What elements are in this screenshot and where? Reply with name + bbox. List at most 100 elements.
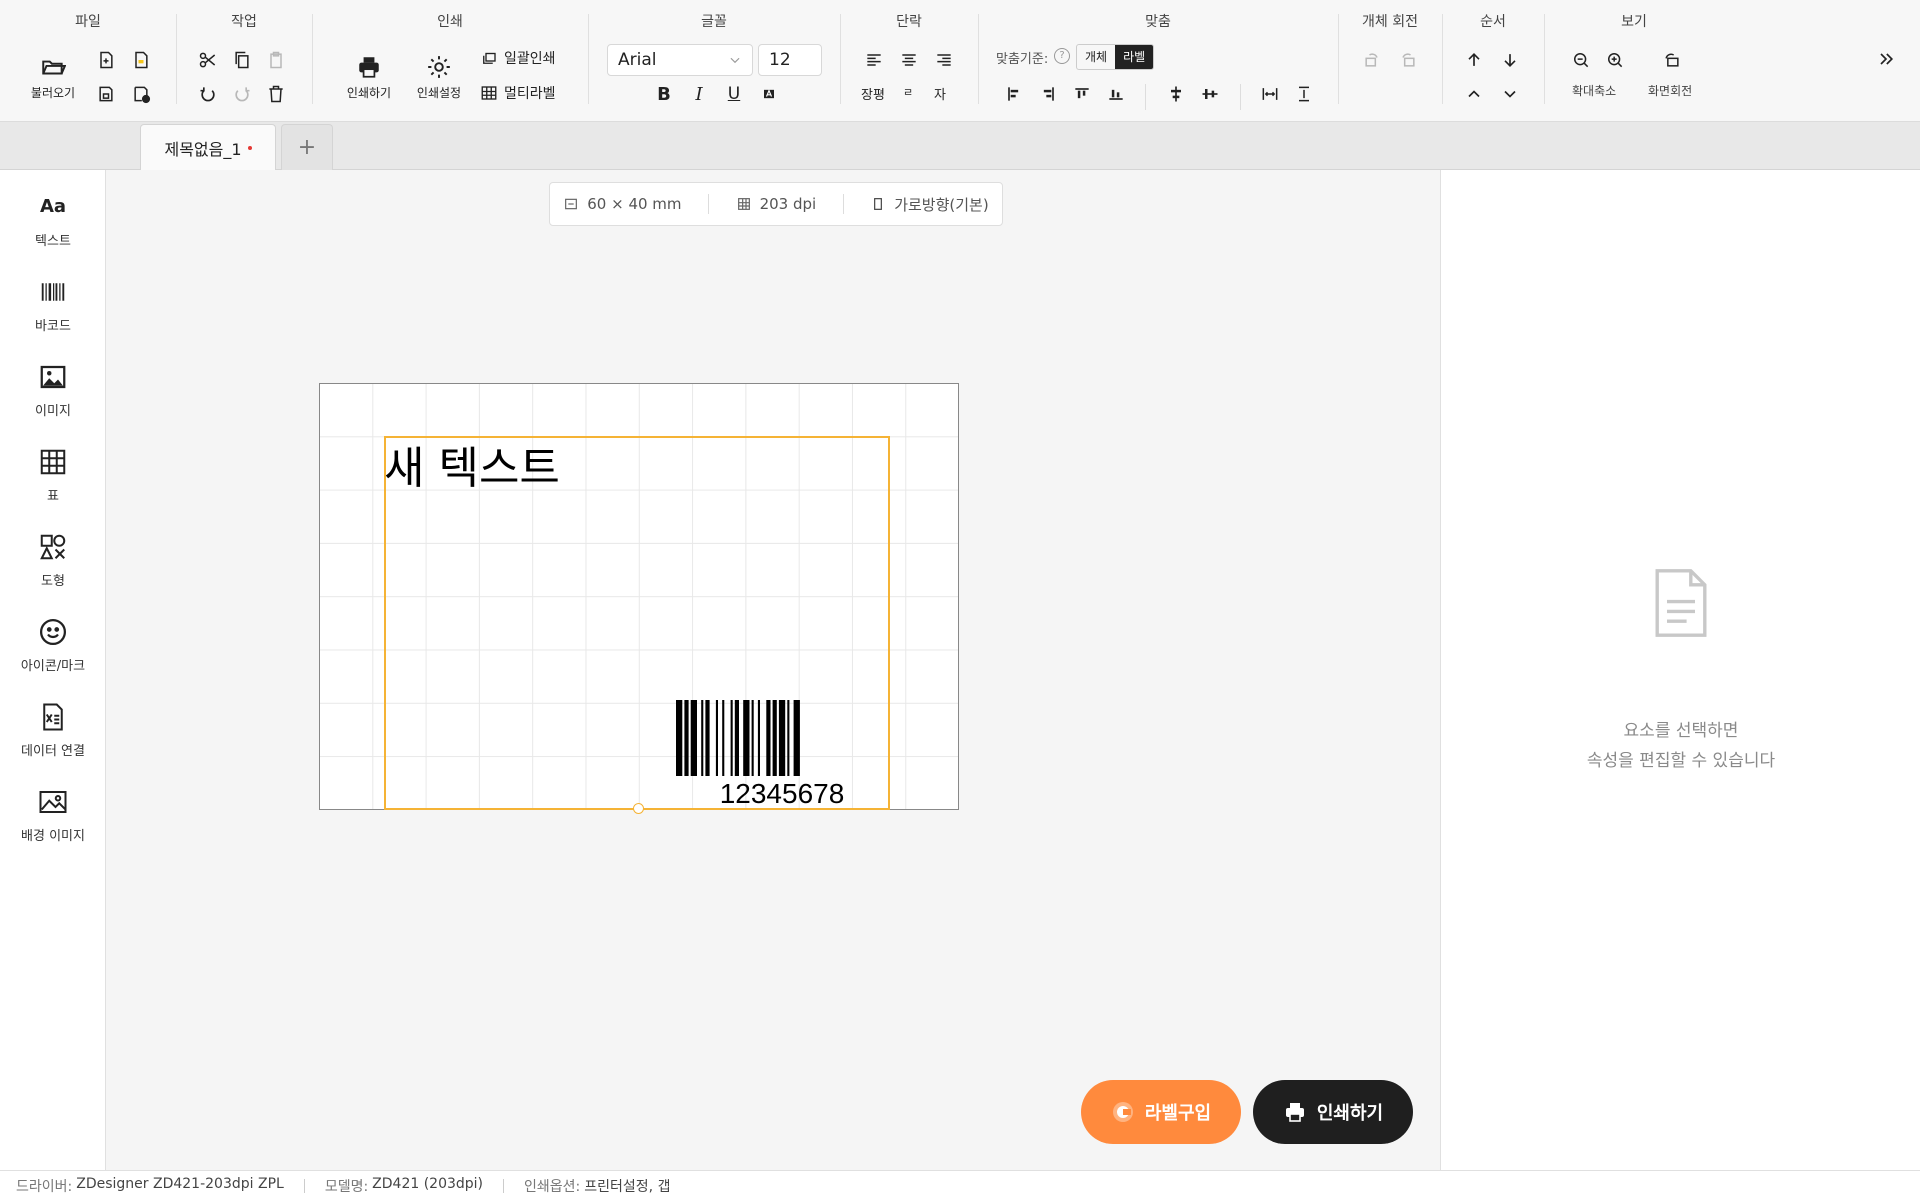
distribute-horizontal-button[interactable]	[1256, 80, 1284, 108]
sidebar-item-text[interactable]: Aa 텍스트	[0, 192, 106, 249]
multi-label-button[interactable]: 멀티라벨	[480, 83, 556, 103]
rotate-left-button[interactable]	[1358, 46, 1386, 74]
collapse-toolbar-button[interactable]	[1872, 45, 1900, 73]
document-tab-title: 제목없음_1	[164, 139, 242, 159]
line-spacing-button[interactable]: ㄹ	[903, 84, 913, 100]
edit-group-title: 작업	[231, 14, 257, 30]
new-file-button[interactable]	[92, 46, 120, 74]
new-template-button[interactable]	[127, 46, 155, 74]
design-canvas[interactable]: 60 × 40 mm 203 dpi 가로방향(기본) 새 텍스트 123456…	[106, 170, 1440, 1170]
paste-button[interactable]	[262, 46, 290, 74]
align-bottom-edge-button[interactable]	[1102, 80, 1130, 108]
save-as-button[interactable]	[127, 80, 155, 108]
save-button[interactable]	[92, 80, 120, 108]
model-status: 모델명: ZD421 (203dpi)	[325, 1176, 483, 1196]
send-to-back-button[interactable]	[1496, 46, 1524, 74]
distribute-vertical-button[interactable]	[1290, 80, 1318, 108]
sidebar-item-barcode[interactable]: 바코드	[0, 277, 106, 334]
resize-handle[interactable]	[633, 803, 644, 814]
view-group-title: 보기	[1621, 14, 1647, 30]
rotate-group: 개체 회전	[1338, 0, 1442, 122]
bold-button[interactable]: B	[650, 80, 678, 108]
label-info-bar: 60 × 40 mm 203 dpi 가로방향(기본)	[549, 182, 1003, 226]
label-size-text: 60 × 40 mm	[587, 195, 682, 213]
bring-to-front-button[interactable]	[1460, 46, 1488, 74]
element-sidebar: Aa 텍스트 바코드 이미지 표 도형 아이콘/마크 데이터 연결 배경 이미지	[0, 170, 106, 1170]
dpi-info[interactable]: 203 dpi	[736, 195, 816, 213]
align-basis-toggle[interactable]: 개체 라벨	[1076, 44, 1155, 70]
bring-forward-button[interactable]	[1460, 80, 1488, 108]
align-right-button[interactable]	[930, 46, 958, 74]
align-center-button[interactable]	[895, 46, 923, 74]
zoom-label: 확대축소	[1572, 84, 1617, 98]
sidebar-item-label: 아이콘/마크	[20, 659, 86, 674]
batch-print-button[interactable]: 일괄인쇄	[480, 48, 556, 68]
print-settings-button[interactable]: 인쇄설정	[404, 54, 474, 101]
help-icon[interactable]: ?	[1054, 48, 1070, 64]
print-main-button[interactable]: 인쇄하기	[1253, 1080, 1413, 1144]
cut-button[interactable]	[194, 46, 222, 74]
rotate-view-button[interactable]	[1658, 46, 1686, 74]
redo-button[interactable]	[228, 80, 256, 108]
align-top-edge-button[interactable]	[1068, 80, 1096, 108]
sidebar-item-background-image[interactable]: 배경 이미지	[0, 787, 106, 844]
zoom-out-button[interactable]	[1567, 46, 1595, 74]
rotate-right-button[interactable]	[1394, 46, 1422, 74]
invert-text-button[interactable]	[755, 80, 783, 108]
align-middle-icon	[1171, 86, 1181, 102]
align-middle-button[interactable]	[1162, 80, 1190, 108]
document-tab[interactable]: 제목없음_1	[140, 124, 276, 170]
new-file-icon	[100, 51, 113, 69]
selection-box[interactable]	[384, 436, 890, 814]
italic-button[interactable]: I	[685, 80, 713, 108]
send-backward-button[interactable]	[1496, 80, 1524, 108]
underline-button[interactable]: U	[720, 80, 748, 108]
sidebar-item-image[interactable]: 이미지	[0, 362, 106, 419]
undo-button[interactable]	[194, 80, 222, 108]
model-value: ZD421 (203dpi)	[372, 1175, 484, 1192]
add-tab-button[interactable]: +	[281, 124, 333, 170]
open-button[interactable]: 불러오기	[22, 54, 84, 101]
buy-labels-button[interactable]: 라벨구입	[1081, 1080, 1241, 1144]
rotate-group-title: 개체 회전	[1362, 14, 1418, 30]
file-group-title: 파일	[75, 14, 101, 30]
multi-label-label: 멀티라벨	[504, 86, 556, 102]
font-family-select[interactable]: Arial	[607, 44, 753, 76]
font-size-input[interactable]: 12	[758, 44, 822, 76]
label-size-info[interactable]: 60 × 40 mm	[563, 195, 682, 213]
align-group-title: 맞춤	[1145, 14, 1171, 30]
delete-button[interactable]	[262, 80, 290, 108]
smiley-icon	[40, 619, 66, 645]
align-left-edge-button[interactable]	[1000, 80, 1028, 108]
orientation-info[interactable]: 가로방향(기본)	[870, 194, 989, 215]
print-option-key: 인쇄옵션:	[524, 1178, 581, 1195]
paste-icon	[270, 51, 282, 69]
sidebar-item-data-link[interactable]: 데이터 연결	[0, 702, 106, 759]
table-icon	[40, 449, 66, 475]
sidebar-item-icons[interactable]: 아이콘/마크	[0, 617, 106, 674]
save-icon	[99, 86, 113, 102]
sidebar-item-shapes[interactable]: 도형	[0, 532, 106, 589]
document-icon	[1655, 569, 1707, 637]
print-group: 인쇄 인쇄하기 인쇄설정 일괄인쇄 멀티라벨	[312, 0, 588, 122]
save-as-icon	[134, 86, 151, 104]
zoom-in-button[interactable]	[1601, 46, 1629, 74]
edit-group: 작업	[176, 0, 312, 122]
char-width-button[interactable]: 장평	[861, 84, 885, 103]
align-vcenter-button[interactable]	[1196, 80, 1224, 108]
copy-button[interactable]	[228, 46, 256, 74]
align-basis-label-option[interactable]: 라벨	[1115, 45, 1154, 69]
align-bottom-edge-icon	[1109, 89, 1123, 100]
dpi-icon	[737, 198, 750, 210]
sidebar-item-table[interactable]: 표	[0, 447, 106, 504]
align-right-edge-button[interactable]	[1034, 80, 1062, 108]
order-group: 순서	[1442, 0, 1544, 122]
print-toolbar-button[interactable]: 인쇄하기	[334, 54, 404, 101]
align-basis-object[interactable]: 개체	[1077, 45, 1115, 69]
label-sheet[interactable]: 새 텍스트 12345678	[319, 383, 959, 814]
align-left-button[interactable]	[860, 46, 888, 74]
char-spacing-button[interactable]: 자	[934, 84, 946, 103]
zoom-out-icon	[1574, 53, 1589, 68]
shapes-icon	[40, 534, 66, 560]
gear-icon	[428, 56, 450, 78]
